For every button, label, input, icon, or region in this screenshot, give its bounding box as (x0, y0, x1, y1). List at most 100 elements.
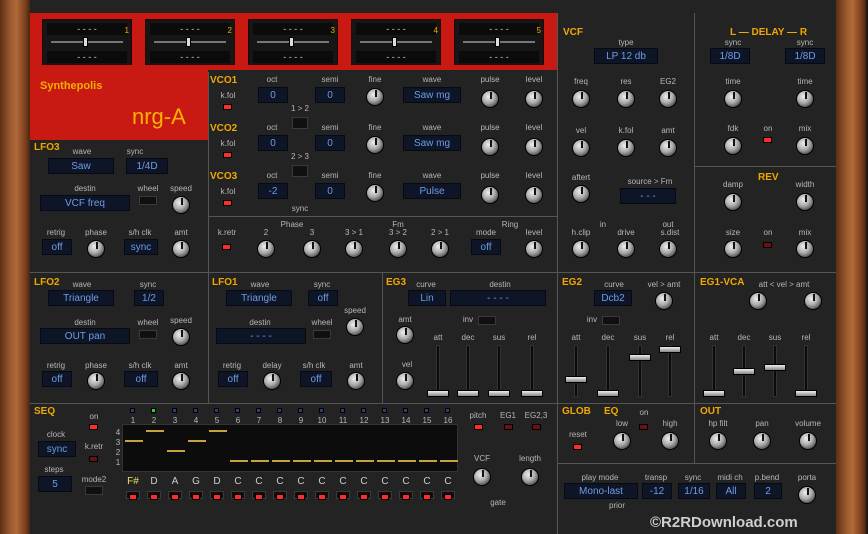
vcf-kfol-knob[interactable] (617, 139, 635, 157)
vco1-wave-display[interactable]: Saw mg (403, 87, 461, 103)
lfo1-retrig-display[interactable]: off (218, 371, 248, 387)
macro-slider-thumb[interactable] (495, 37, 500, 47)
eg2-dec-fader[interactable] (597, 345, 619, 397)
vcf-eg2-knob[interactable] (659, 90, 677, 108)
lfo3-amt-knob[interactable] (172, 240, 190, 258)
eg2-inv-button[interactable] (602, 316, 620, 325)
sync-1-2-switch[interactable] (292, 117, 308, 129)
eg3-sus-fader[interactable] (488, 345, 510, 397)
vco1-fine-knob[interactable] (366, 88, 384, 106)
delay-on-led[interactable] (763, 137, 772, 143)
seq-step-gate-led[interactable] (423, 494, 431, 500)
vcf-sdist-knob[interactable] (659, 240, 677, 258)
eg2-sus-fader-cap[interactable] (629, 354, 651, 361)
vcf-vel-knob[interactable] (572, 139, 590, 157)
vco3-oct-display[interactable]: -2 (258, 183, 288, 199)
lfo3-speed-knob[interactable] (172, 196, 190, 214)
vco3-wave-display[interactable]: Pulse (403, 183, 461, 199)
lfo1-wheel-button[interactable] (313, 330, 331, 339)
macro-1[interactable]: - - - -- - - -1 (42, 19, 132, 65)
seq-eg1-led[interactable] (504, 424, 513, 430)
seq-step-bar[interactable] (251, 460, 269, 462)
lfo3-wheel-button[interactable] (139, 196, 157, 205)
seq-step-gate-led[interactable] (276, 494, 284, 500)
seq-step-bar[interactable] (377, 460, 395, 462)
eq-high-knob[interactable] (661, 432, 679, 450)
seq-clock-display[interactable]: sync (38, 441, 76, 457)
kretr-led[interactable] (222, 244, 231, 250)
eg3-vel-knob[interactable] (396, 372, 414, 390)
vco3-kfol-led[interactable] (223, 200, 232, 206)
eg3-att-fader-cap[interactable] (427, 390, 449, 397)
seq-step-bar[interactable] (188, 440, 206, 442)
out-pan-knob[interactable] (753, 432, 771, 450)
seq-on-led[interactable] (89, 424, 98, 430)
lfo1-delay-knob[interactable] (263, 372, 281, 390)
seq-step-gate-led[interactable] (318, 494, 326, 500)
delay-mix-knob[interactable] (796, 137, 814, 155)
vco2-fine-knob[interactable] (366, 136, 384, 154)
eg3-att-fader[interactable] (427, 345, 449, 397)
lfo1-sync-display[interactable]: off (308, 290, 338, 306)
eg1-sus-fader[interactable] (764, 345, 786, 397)
phase-3-knob[interactable] (303, 240, 321, 258)
eg2-att-fader[interactable] (565, 345, 587, 397)
eg1-dec-fader-cap[interactable] (733, 368, 755, 375)
lfo3-sync-display[interactable]: 1/4D (126, 158, 168, 174)
vco2-pulse-knob[interactable] (481, 138, 499, 156)
eg1-att-fader-cap[interactable] (703, 390, 725, 397)
vco1-oct-display[interactable]: 0 (258, 87, 288, 103)
eg2-dec-fader-cap[interactable] (597, 390, 619, 397)
vco3-pulse-knob[interactable] (481, 186, 499, 204)
seq-vcf-knob[interactable] (473, 468, 491, 486)
lfo1-sh-display[interactable]: off (300, 371, 332, 387)
seq-step-bar[interactable] (167, 450, 185, 452)
rev-on-led[interactable] (763, 242, 772, 248)
seq-step-gate-led[interactable] (171, 494, 179, 500)
eg3-rel-fader-cap[interactable] (521, 390, 543, 397)
lfo1-speed-knob[interactable] (346, 318, 364, 336)
vcf-amt-knob[interactable] (659, 139, 677, 157)
fm-3-1-knob[interactable] (345, 240, 363, 258)
seq-length-knob[interactable] (521, 468, 539, 486)
out-volume-knob[interactable] (799, 432, 817, 450)
macro-5[interactable]: - - - -- - - -5 (454, 19, 544, 65)
delay-right-display[interactable]: 1/8D (785, 48, 825, 64)
seq-step-gate-led[interactable] (213, 494, 221, 500)
seq-step-gate-led[interactable] (402, 494, 410, 500)
lfo2-phase-knob[interactable] (87, 372, 105, 390)
eg1-att-fader[interactable] (703, 345, 725, 397)
seq-step-gate-led[interactable] (444, 494, 452, 500)
seq-step-bar[interactable] (209, 430, 227, 432)
delay-time-right-knob[interactable] (796, 90, 814, 108)
lfo2-sh-display[interactable]: off (124, 371, 158, 387)
lfo3-destin-display[interactable]: VCF freq (40, 195, 130, 211)
eg3-inv-button[interactable] (478, 316, 496, 325)
fm-2-1-knob[interactable] (431, 240, 449, 258)
rev-width-knob[interactable] (796, 193, 814, 211)
lfo3-retrig-display[interactable]: off (42, 239, 72, 255)
lfo1-amt-knob[interactable] (347, 372, 365, 390)
porta-knob[interactable] (798, 486, 816, 504)
eg1-amt-knob[interactable] (804, 292, 822, 310)
vcf-type-display[interactable]: LP 12 db (594, 48, 658, 64)
eg2-velamt-knob[interactable] (655, 292, 673, 310)
play-sync-display[interactable]: 1/16 (678, 483, 710, 499)
vco3-level-knob[interactable] (525, 186, 543, 204)
eg1-dec-fader[interactable] (733, 345, 755, 397)
seq-pitch-led[interactable] (474, 424, 483, 430)
eg3-sus-fader-cap[interactable] (488, 390, 510, 397)
out-hp-knob[interactable] (709, 432, 727, 450)
seq-step-gate-led[interactable] (360, 494, 368, 500)
eg3-rel-fader[interactable] (521, 345, 543, 397)
pbend-display[interactable]: 2 (754, 483, 782, 499)
eg2-rel-fader[interactable] (659, 345, 681, 397)
macro-4[interactable]: - - - -- - - -4 (351, 19, 441, 65)
vco2-semi-display[interactable]: 0 (315, 135, 345, 151)
vco1-kfol-led[interactable] (223, 104, 232, 110)
vcf-freq-knob[interactable] (572, 90, 590, 108)
macro-3[interactable]: - - - -- - - -3 (248, 19, 338, 65)
seq-steps-display[interactable]: 5 (38, 476, 72, 492)
lfo3-sh-display[interactable]: sync (124, 239, 158, 255)
macro-slider-thumb[interactable] (83, 37, 88, 47)
